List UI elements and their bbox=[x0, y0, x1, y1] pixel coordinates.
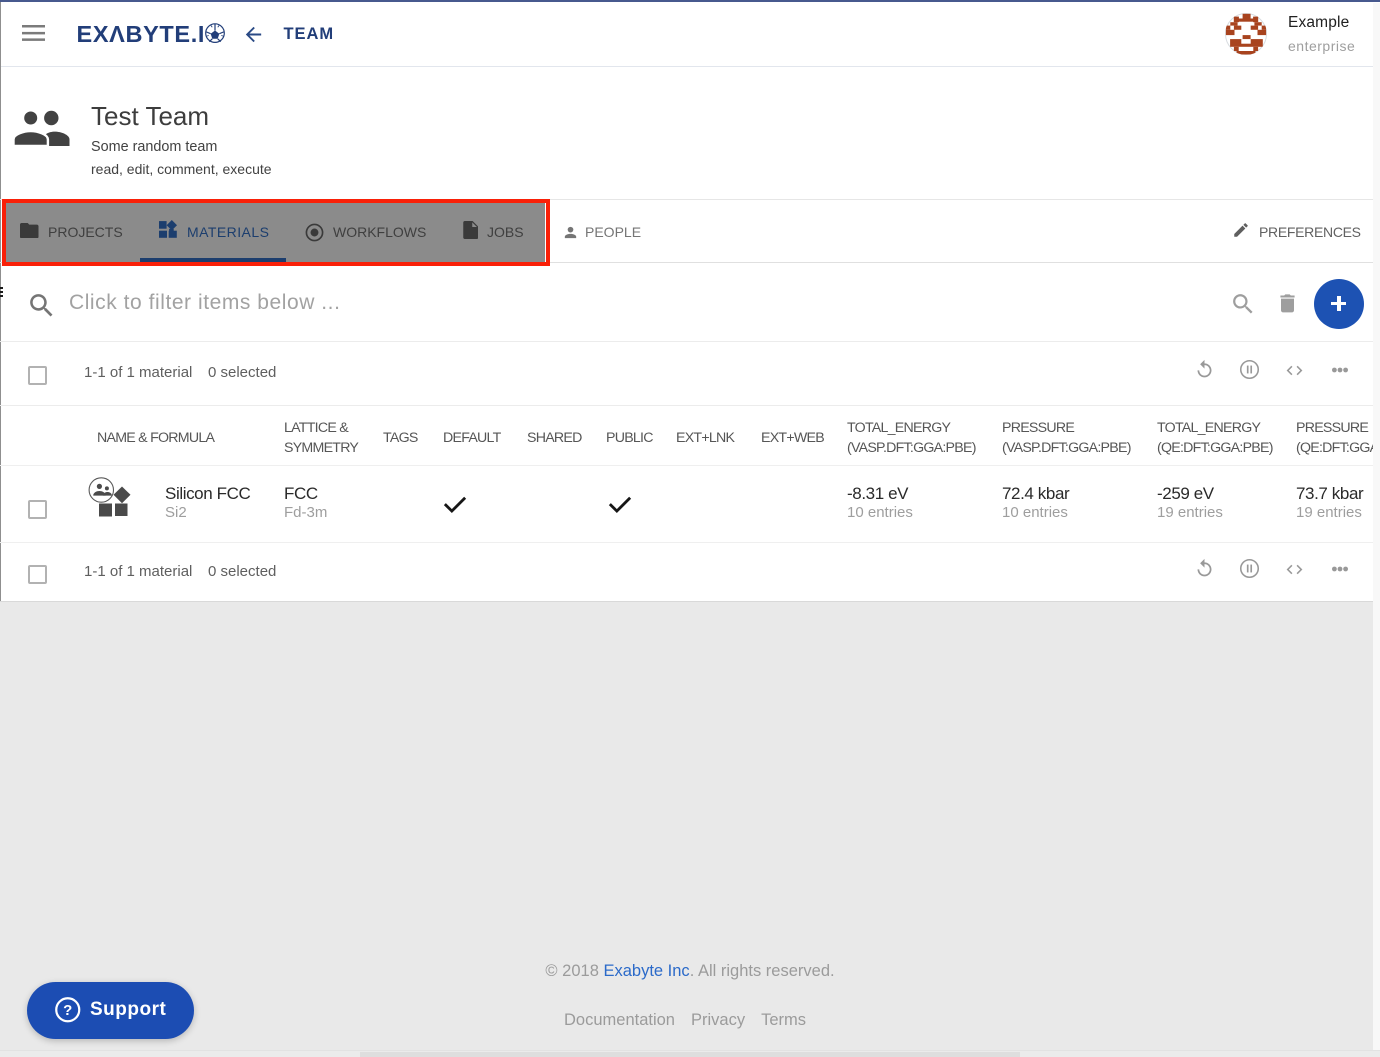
svg-text:?: ? bbox=[63, 1002, 72, 1019]
